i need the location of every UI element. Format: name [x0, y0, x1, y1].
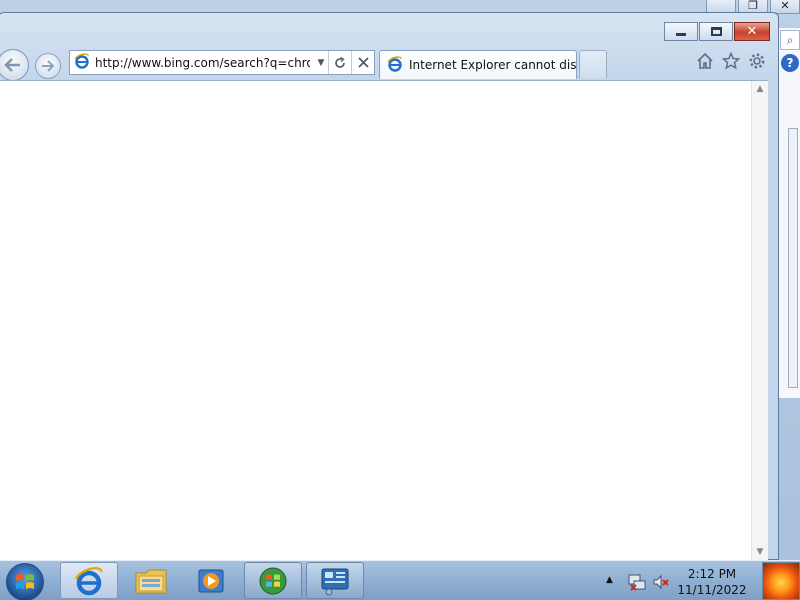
control-panel-icon — [321, 568, 349, 595]
internet-explorer-icon — [74, 566, 103, 595]
refresh-icon — [335, 56, 345, 68]
minimize-button[interactable] — [664, 22, 698, 41]
folder-icon — [135, 569, 167, 593]
volume-muted-icon[interactable] — [652, 573, 670, 594]
taskbar-windows-explorer[interactable] — [122, 562, 180, 599]
scroll-up-arrow-icon[interactable]: ▲ — [752, 81, 768, 98]
refresh-button[interactable] — [329, 51, 351, 74]
background-scrollbar[interactable] — [788, 128, 798, 388]
command-icons — [696, 52, 766, 70]
maximize-icon — [710, 27, 722, 36]
windows-logo-icon — [16, 574, 34, 589]
favorites-star-icon[interactable] — [722, 52, 740, 70]
help-icon[interactable]: ? — [781, 54, 799, 72]
taskbar-media-player[interactable] — [182, 562, 240, 599]
show-desktop-button[interactable] — [762, 562, 800, 600]
clock[interactable]: 2:12 PM 11/11/2022 — [676, 566, 748, 598]
page-content[interactable]: ▲ ▼ — [0, 80, 768, 561]
tab-active[interactable]: Internet Explorer cannot displ... — [379, 50, 577, 79]
taskbar-windows-update[interactable] — [244, 562, 302, 599]
close-button[interactable]: ✕ — [734, 22, 770, 41]
address-bar[interactable]: http://www.bing.com/search?q=chrome ▼ — [69, 50, 375, 75]
ie-page-icon — [74, 53, 90, 72]
taskbar-internet-explorer[interactable] — [60, 562, 118, 599]
media-player-icon — [198, 569, 224, 592]
clock-date: 11/11/2022 — [677, 583, 747, 597]
back-arrow-icon — [4, 58, 20, 72]
ie-tab-icon — [387, 55, 403, 75]
minimize-icon — [676, 33, 686, 36]
window-caption-buttons: ✕ — [664, 22, 770, 41]
forward-button[interactable] — [35, 53, 61, 79]
scroll-down-arrow-icon[interactable]: ▼ — [752, 544, 768, 561]
taskbar-control-panel[interactable] — [306, 562, 364, 599]
windows-orb-icon — [259, 567, 287, 594]
clock-time: 2:12 PM — [687, 567, 737, 581]
gear-icon[interactable] — [748, 52, 766, 70]
start-button[interactable] — [6, 563, 44, 600]
back-button[interactable] — [0, 49, 29, 81]
home-icon[interactable] — [696, 52, 714, 70]
background-side-panel: ⌕ ? — [778, 28, 800, 398]
show-hidden-icons-arrow-icon[interactable]: ▲ — [606, 575, 613, 585]
address-input[interactable]: http://www.bing.com/search?q=chrome — [95, 56, 310, 70]
tab-title: Internet Explorer cannot displ... — [409, 58, 576, 72]
address-dropdown-icon[interactable]: ▼ — [314, 58, 328, 68]
network-icon[interactable] — [628, 573, 646, 594]
forward-arrow-icon — [42, 60, 55, 72]
stop-button[interactable] — [352, 51, 374, 74]
taskbar: ▲ 2:12 PM 11/11/2022 — [0, 560, 800, 600]
maximize-button[interactable] — [699, 22, 733, 41]
page-scrollbar[interactable]: ▲ ▼ — [751, 81, 768, 561]
new-tab-button[interactable] — [579, 50, 607, 78]
internet-explorer-window: ✕ http://www.bing.com/search?q=chrome ▼ … — [0, 12, 779, 561]
search-icon[interactable]: ⌕ — [780, 30, 800, 50]
stop-icon — [357, 57, 369, 68]
